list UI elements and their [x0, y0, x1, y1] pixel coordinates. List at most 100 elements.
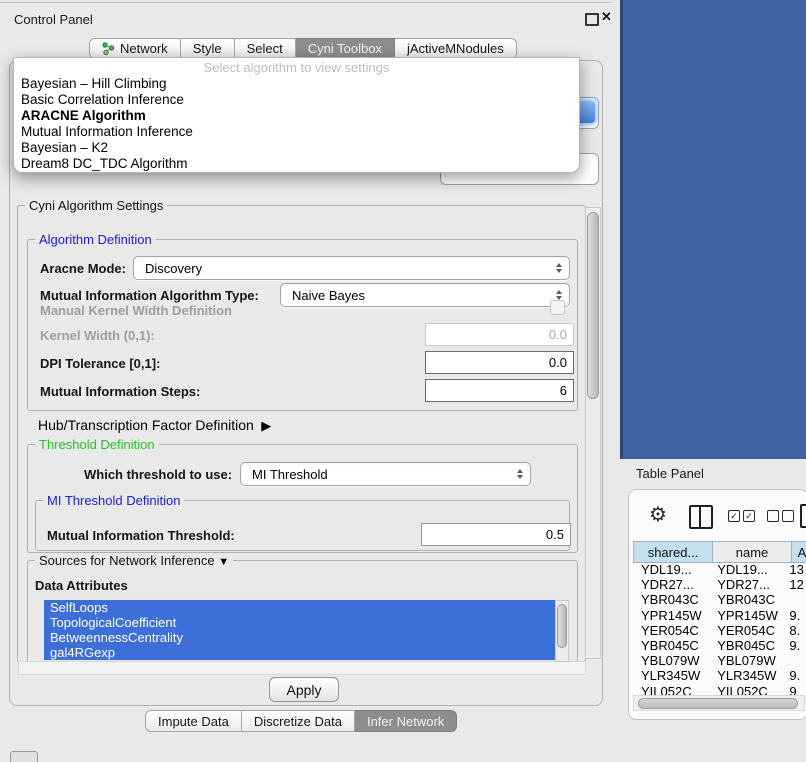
- table-cell: YPR145W: [709, 608, 785, 623]
- attribute-list-item[interactable]: TopologicalCoefficient: [44, 615, 555, 630]
- tab-bar: Network Style Select Cyni Toolbox jActiveMNo…: [89, 38, 517, 59]
- tab-style[interactable]: Style: [181, 38, 235, 59]
- table-cell: 12: [785, 577, 805, 592]
- new-table-icon[interactable]: [800, 504, 806, 528]
- tab-jactivemnodules[interactable]: jActiveMNodules: [395, 38, 517, 59]
- mi-type-combo[interactable]: Naive Bayes: [280, 283, 570, 307]
- kernel-width-field[interactable]: 0.0: [425, 323, 574, 346]
- cyni-settings-title: Cyni Algorithm Settings: [25, 198, 167, 213]
- tab-label: Cyni Toolbox: [308, 41, 382, 56]
- table-cell: YDL19...: [709, 562, 785, 577]
- table-cell: 9.: [785, 668, 805, 683]
- mi-steps-field[interactable]: 6: [425, 379, 574, 402]
- tab-label: jActiveMNodules: [407, 41, 504, 56]
- bottom-tab-discretize-data[interactable]: Discretize Data: [242, 710, 355, 732]
- table-row[interactable]: YPR145WYPR145W9.: [633, 608, 805, 623]
- data-attributes-list: SelfLoopsTopologicalCoefficientBetweenne…: [44, 600, 555, 660]
- panel-title: Control Panel: [14, 12, 93, 27]
- table-cell: YBL079W: [709, 653, 785, 668]
- mi-steps-label: Mutual Information Steps:: [40, 384, 200, 399]
- tab-label: Style: [193, 41, 222, 56]
- network-icon: [102, 42, 115, 55]
- bottom-tab-impute-data[interactable]: Impute Data: [145, 710, 242, 732]
- table-cell: 9.: [785, 638, 805, 653]
- split-columns-icon[interactable]: [689, 505, 713, 529]
- list-scrollbar-thumb[interactable]: [557, 604, 567, 648]
- settings-hscrollbar-track[interactable]: [18, 661, 586, 675]
- mi-type-value: Naive Bayes: [292, 288, 365, 303]
- which-threshold-combo[interactable]: MI Threshold: [240, 462, 531, 486]
- dropdown-item[interactable]: ARACNE Algorithm: [14, 107, 579, 123]
- algorithm-definition-title: Algorithm Definition: [35, 232, 156, 247]
- table-cell: 13: [785, 562, 805, 577]
- mi-threshold-field[interactable]: 0.5: [421, 523, 571, 546]
- table-cell: YBR043C: [633, 592, 709, 607]
- sources-group-title[interactable]: Sources for Network Inference ▼: [35, 553, 233, 568]
- aracne-mode-value: Discovery: [145, 261, 202, 276]
- table-row[interactable]: YBR043CYBR043C: [633, 592, 805, 607]
- table-cell: YLR345W: [633, 668, 709, 683]
- attribute-list-item[interactable]: BetweennessCentrality: [44, 630, 555, 645]
- table-cell: [785, 592, 805, 607]
- which-threshold-value: MI Threshold: [252, 467, 328, 482]
- apply-button[interactable]: Apply: [269, 677, 339, 702]
- hub-definition-label: Hub/Transcription Factor Definition: [38, 417, 254, 433]
- close-icon[interactable]: ✕: [601, 9, 612, 25]
- manual-kernel-checkbox[interactable]: [550, 300, 565, 315]
- tab-cyni-toolbox[interactable]: Cyni Toolbox: [296, 38, 395, 59]
- aracne-mode-label: Aracne Mode:: [40, 261, 126, 276]
- tab-select[interactable]: Select: [235, 38, 296, 59]
- table-row[interactable]: YDR27...YDR27...12: [633, 577, 805, 592]
- hub-definition-toggle[interactable]: Hub/Transcription Factor Definition ▶: [38, 417, 271, 434]
- column-header-name[interactable]: name: [713, 541, 792, 563]
- dropdown-items: Bayesian – Hill ClimbingBasic Correlatio…: [14, 75, 579, 171]
- dropdown-item[interactable]: Dream8 DC_TDC Algorithm: [14, 155, 579, 171]
- mi-type-label: Mutual Information Algorithm Type:: [40, 288, 259, 303]
- settings-scrollbar-track[interactable]: [585, 207, 601, 659]
- stepper-icon: [517, 469, 523, 479]
- table-cell: YPR145W: [633, 608, 709, 623]
- dropdown-item[interactable]: Bayesian – Hill Climbing: [14, 75, 579, 91]
- table-cell: YDR27...: [633, 577, 709, 592]
- column-header-A[interactable]: A: [792, 541, 806, 563]
- column-header-shared...[interactable]: shared...: [633, 541, 713, 563]
- table-hscrollbar-thumb[interactable]: [638, 698, 798, 709]
- table-body: YDL19...YDL19...13YDR27...YDR27...12YBR0…: [633, 562, 805, 699]
- tab-network[interactable]: Network: [89, 38, 181, 59]
- table-row[interactable]: YBL079WYBL079W: [633, 653, 805, 668]
- table-hscrollbar-track[interactable]: [633, 695, 805, 711]
- dropdown-item[interactable]: Basic Correlation Inference: [14, 91, 579, 107]
- dpi-tolerance-label: DPI Tolerance [0,1]:: [40, 356, 160, 371]
- deselect-all-checks-icon[interactable]: [767, 510, 794, 522]
- bottom-tab-infer-network[interactable]: Infer Network: [355, 710, 457, 732]
- list-scrollbar-track[interactable]: [555, 600, 569, 662]
- table-cell: YDR27...: [709, 577, 785, 592]
- attribute-list-item[interactable]: gal4RGexp: [44, 645, 555, 660]
- table-panel: ⚙ ✓✓ shared...nameA YDL19...YDL19...13YD…: [628, 489, 806, 720]
- kernel-width-label: Kernel Width (0,1):: [40, 328, 155, 343]
- table-row[interactable]: YBR045CYBR045C9.: [633, 638, 805, 653]
- collapsed-panel-icon[interactable]: [10, 751, 38, 762]
- attribute-list-item[interactable]: SelfLoops: [44, 600, 555, 615]
- table-cell: YDL19...: [633, 562, 709, 577]
- aracne-mode-combo[interactable]: Discovery: [133, 256, 570, 280]
- chevron-down-icon: ▼: [218, 556, 229, 568]
- manual-kernel-label: Manual Kernel Width Definition: [40, 303, 232, 318]
- table-cell: YBR045C: [633, 638, 709, 653]
- dropdown-item[interactable]: Bayesian – K2: [14, 139, 579, 155]
- gear-icon[interactable]: ⚙: [649, 505, 667, 526]
- table-cell: YER054C: [633, 623, 709, 638]
- dropdown-placeholder: Select algorithm to view settings: [14, 60, 579, 75]
- table-cell: YBR045C: [709, 638, 785, 653]
- stepper-icon: [556, 263, 562, 273]
- settings-scrollbar-thumb[interactable]: [587, 212, 599, 399]
- select-all-checks-icon[interactable]: ✓✓: [728, 510, 755, 522]
- dropdown-item[interactable]: Mutual Information Inference: [14, 123, 579, 139]
- dpi-tolerance-field[interactable]: 0.0: [425, 351, 574, 374]
- tab-label: Network: [120, 41, 168, 56]
- bottom-tab-bar: Impute DataDiscretize DataInfer Network: [145, 710, 457, 732]
- table-row[interactable]: YER054CYER054C8.: [633, 623, 805, 638]
- table-row[interactable]: YLR345WYLR345W9.: [633, 668, 805, 683]
- table-row[interactable]: YDL19...YDL19...13: [633, 562, 805, 577]
- float-window-icon[interactable]: [585, 13, 599, 26]
